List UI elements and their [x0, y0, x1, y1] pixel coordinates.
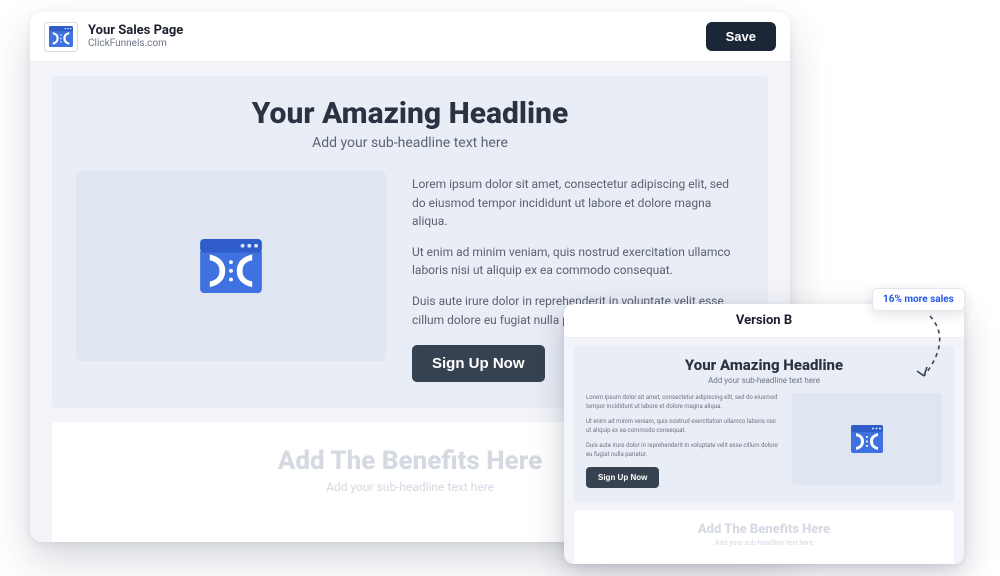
version-b-card: Version B Your Amazing Headline Add your… [564, 304, 964, 564]
badge-label: 16% more sales [883, 294, 954, 305]
sales-lift-badge: 16% more sales [872, 288, 965, 311]
clickfunnels-icon [200, 239, 262, 293]
version-b-paragraph[interactable]: Lorem ipsum dolor sit amet, consectetur … [586, 393, 780, 411]
app-icon [44, 22, 78, 52]
version-b-benefits-subheadline[interactable]: Add your sub-headline text here [584, 539, 944, 547]
version-b-copy[interactable]: Lorem ipsum dolor sit amet, consectetur … [586, 393, 780, 488]
cta-button[interactable]: Sign Up Now [412, 345, 545, 382]
version-b-subheadline[interactable]: Add your sub-headline text here [586, 376, 942, 385]
hero-paragraph[interactable]: Lorem ipsum dolor sit amet, consectetur … [412, 175, 744, 231]
version-b-media-placeholder[interactable] [792, 393, 942, 485]
topbar: Your Sales Page ClickFunnels.com Save [30, 12, 790, 62]
version-b-hero-section[interactable]: Your Amazing Headline Add your sub-headl… [574, 346, 954, 502]
hero-subheadline[interactable]: Add your sub-headline text here [76, 135, 744, 151]
version-b-benefits-headline[interactable]: Add The Benefits Here [584, 522, 944, 537]
version-b-paragraph[interactable]: Ut enim ad minim veniam, quis nostrud ex… [586, 417, 780, 435]
save-button[interactable]: Save [706, 22, 776, 51]
hero-paragraph[interactable]: Ut enim ad minim veniam, quis nostrud ex… [412, 243, 744, 280]
version-b-cta-button[interactable]: Sign Up Now [586, 467, 659, 488]
version-tab-label: Version B [736, 313, 792, 328]
clickfunnels-icon [851, 425, 883, 453]
version-b-paragraph[interactable]: Duis aute irure dolor in reprehenderit i… [586, 441, 780, 459]
version-b-benefits-section[interactable]: Add The Benefits Here Add your sub-headl… [574, 510, 954, 564]
media-placeholder[interactable] [76, 171, 386, 361]
page-title: Your Sales Page [88, 23, 706, 39]
hero-headline[interactable]: Your Amazing Headline [76, 96, 744, 131]
page-title-stack: Your Sales Page ClickFunnels.com [88, 23, 706, 51]
version-b-headline[interactable]: Your Amazing Headline [586, 356, 942, 374]
version-b-canvas[interactable]: Your Amazing Headline Add your sub-headl… [564, 338, 964, 564]
page-subtitle: ClickFunnels.com [88, 38, 706, 50]
